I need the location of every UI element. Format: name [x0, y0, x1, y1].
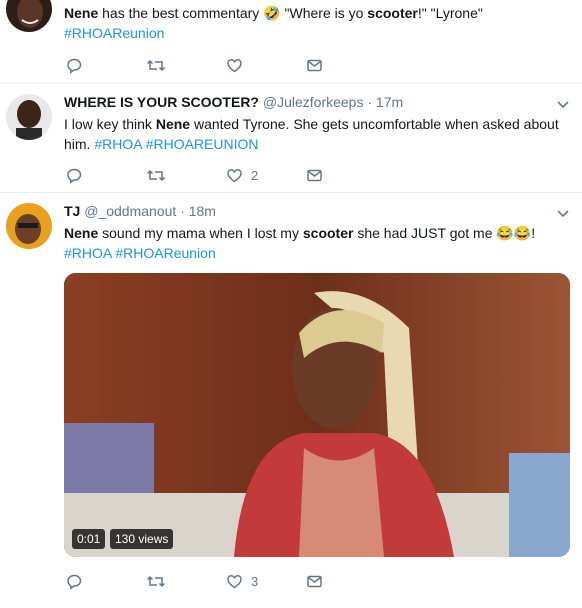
reply-icon: [67, 168, 82, 184]
like-button[interactable]: [226, 56, 243, 74]
like-count: 2: [251, 167, 259, 183]
reply-button[interactable]: [66, 572, 83, 590]
dm-button[interactable]: [306, 572, 323, 590]
tweet-actions: 3: [66, 572, 366, 590]
text-part: I low key think: [64, 116, 156, 132]
text-part: has the best commentary 🤣 "Where is yo: [98, 5, 368, 21]
video-player[interactable]: 0:01 130 views: [64, 273, 570, 557]
like-icon: [227, 168, 242, 182]
tweet-actions: [66, 56, 366, 74]
tweet-header: WHERE IS YOUR SCOOTER? @Julezforkeeps · …: [64, 94, 403, 110]
tweet-header: TJ @_oddmanout · 18m: [64, 203, 216, 219]
reply-icon: [67, 574, 82, 590]
hashtag-link[interactable]: #RHOA #RHOAReunion: [64, 245, 216, 261]
user-handle[interactable]: @_oddmanout: [84, 203, 176, 219]
timestamp[interactable]: · 17m: [367, 94, 403, 110]
dm-button[interactable]: [306, 56, 323, 74]
text-part: Nene: [64, 225, 99, 241]
video-time: 0:01: [72, 529, 106, 549]
hashtag-link[interactable]: #RHOA #RHOAREUNION: [94, 136, 258, 152]
video-views: 130 views: [110, 529, 174, 549]
avatar[interactable]: [6, 0, 52, 32]
like-count: 3: [251, 573, 259, 589]
avatar[interactable]: [6, 94, 52, 140]
retweet-icon: [146, 169, 166, 181]
like-icon: [227, 574, 242, 588]
avatar[interactable]: [6, 203, 52, 249]
display-name[interactable]: WHERE IS YOUR SCOOTER?: [64, 94, 259, 110]
chevron-down-icon[interactable]: [556, 209, 570, 219]
timestamp[interactable]: · 18m: [180, 203, 216, 219]
tweet-actions: 2: [66, 166, 366, 184]
like-button[interactable]: 3: [226, 572, 258, 590]
video-frame: [64, 273, 570, 557]
retweet-icon: [146, 575, 166, 587]
text-part: sound my mama when I lost my: [98, 225, 303, 241]
dm-icon: [307, 59, 322, 71]
tweet-text: Nene has the best commentary 🤣 "Where is…: [64, 3, 569, 43]
text-part: !" "Lyrone": [417, 5, 483, 21]
reply-icon: [67, 58, 82, 74]
text-part: scooter: [367, 5, 418, 21]
display-name[interactable]: TJ: [64, 203, 80, 219]
dm-button[interactable]: [306, 166, 323, 184]
user-handle[interactable]: @Julezforkeeps: [263, 94, 364, 110]
text-part: scooter: [302, 225, 354, 241]
tweet-text: I low key think Nene wanted Tyrone. She …: [64, 114, 569, 154]
like-button[interactable]: 2: [226, 166, 258, 184]
reply-button[interactable]: [66, 56, 83, 74]
dm-icon: [307, 169, 322, 181]
reply-button[interactable]: [66, 166, 83, 184]
hashtag-link[interactable]: #RHOAReunion: [64, 25, 164, 41]
text-part: Nene: [155, 116, 191, 132]
retweet-button[interactable]: [146, 166, 166, 184]
like-icon: [227, 58, 242, 72]
tweet-2[interactable]: WHERE IS YOUR SCOOTER? @Julezforkeeps · …: [0, 84, 582, 193]
retweet-button[interactable]: [146, 56, 166, 74]
dm-icon: [307, 575, 322, 587]
tweet-text: Nene sound my mama when I lost my scoote…: [64, 223, 569, 263]
tweet-1[interactable]: Nene has the best commentary 🤣 "Where is…: [0, 0, 582, 84]
retweet-icon: [146, 59, 166, 71]
text-part: she had JUST got me 😂😂!: [353, 225, 536, 241]
chevron-down-icon[interactable]: [556, 100, 570, 110]
retweet-button[interactable]: [146, 572, 166, 590]
text-part: Nene: [64, 5, 99, 21]
